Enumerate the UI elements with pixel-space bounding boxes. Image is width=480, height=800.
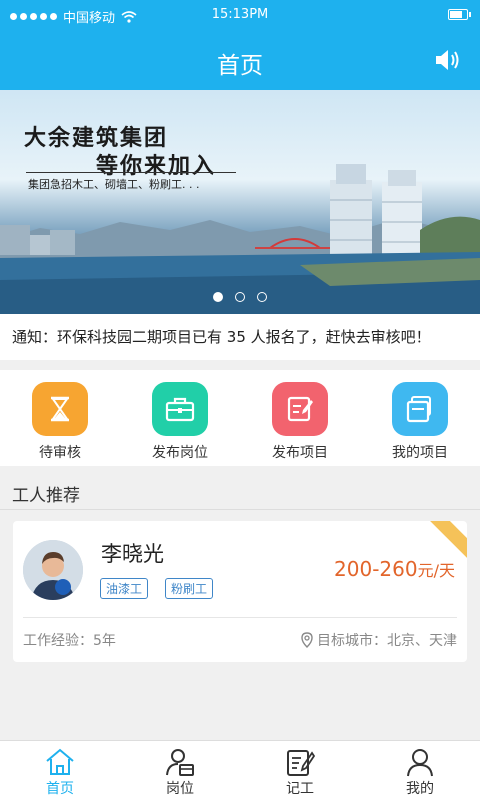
quick-action-label: 发布项目 [272, 445, 328, 461]
tab-jobs[interactable]: 岗位 [120, 741, 240, 800]
quick-action-my-projects[interactable]: 我的项目 [360, 370, 480, 466]
page-title: 首页 [217, 53, 263, 79]
briefcase-icon [152, 382, 208, 436]
pager-dot[interactable] [235, 292, 245, 302]
battery-icon [448, 9, 471, 20]
tab-home[interactable]: 首页 [0, 741, 120, 800]
skill-tags: 油漆工 粉刷工 [100, 578, 214, 599]
tab-profile[interactable]: 我的 [360, 741, 480, 800]
target-cities-label: 目标城市：北京、天津 [317, 633, 457, 649]
quick-actions: 待审核 发布岗位 发布项目 我的项目 [0, 370, 480, 466]
card-divider [23, 617, 457, 618]
pager-dot[interactable] [257, 292, 267, 302]
edit-icon [272, 382, 328, 436]
quick-action-pending-review[interactable]: 待审核 [0, 370, 120, 466]
quick-action-label: 发布岗位 [152, 445, 208, 461]
status-bar: 中国移动 15:13PM [0, 0, 480, 30]
skill-tag: 粉刷工 [165, 578, 214, 599]
quick-action-post-job[interactable]: 发布岗位 [120, 370, 240, 466]
daily-wage: 200-260元/天 [334, 557, 455, 581]
folder-icon [392, 382, 448, 436]
status-time: 15:13PM [211, 7, 269, 22]
home-icon [46, 748, 74, 775]
tab-label: 首页 [46, 781, 74, 797]
user-icon [407, 749, 433, 777]
quick-action-label: 我的项目 [392, 445, 448, 461]
hourglass-icon [32, 382, 88, 436]
section-title: 工人推荐 [0, 474, 480, 510]
location-pin-icon [301, 632, 313, 648]
banner-caption: 集团急招木工、砌墙工、粉刷工. . . [28, 178, 200, 191]
wage-unit: 元/天 [417, 561, 455, 580]
worker-briefcase-icon [166, 749, 194, 776]
bottom-tab-bar: 首页 岗位 记工 我的 [0, 740, 480, 800]
pager-dot[interactable] [213, 292, 223, 302]
speaker-icon[interactable] [434, 48, 462, 72]
worker-name: 李晓光 [101, 542, 164, 566]
work-experience: 工作经验：5年 [23, 633, 116, 649]
banner-divider [26, 172, 236, 173]
notepad-icon [287, 750, 316, 776]
carousel-pager[interactable] [0, 292, 480, 302]
quick-action-label: 待审核 [39, 445, 81, 461]
banner-carousel[interactable]: 大余建筑集团 等你来加入 集团急招木工、砌墙工、粉刷工. . . [0, 90, 480, 314]
worker-card[interactable]: 李晓光 油漆工 粉刷工 200-260元/天 工作经验：5年 目标城市：北京、天… [13, 521, 467, 662]
quick-action-post-project[interactable]: 发布项目 [240, 370, 360, 466]
tab-label: 岗位 [166, 781, 194, 797]
notice-bar[interactable]: 通知：环保科技园二期项目已有 35 人报名了，赶快去审核吧！ [0, 314, 480, 360]
avatar [23, 540, 83, 600]
target-cities: 目标城市：北京、天津 [300, 630, 457, 650]
tab-label: 记工 [286, 781, 314, 797]
corner-ribbon [425, 521, 467, 562]
tab-label: 我的 [406, 781, 434, 797]
tab-timesheet[interactable]: 记工 [240, 741, 360, 800]
wage-range: 200-260 [334, 557, 418, 581]
nav-bar: 首页 [0, 30, 480, 90]
skill-tag: 油漆工 [100, 578, 149, 599]
